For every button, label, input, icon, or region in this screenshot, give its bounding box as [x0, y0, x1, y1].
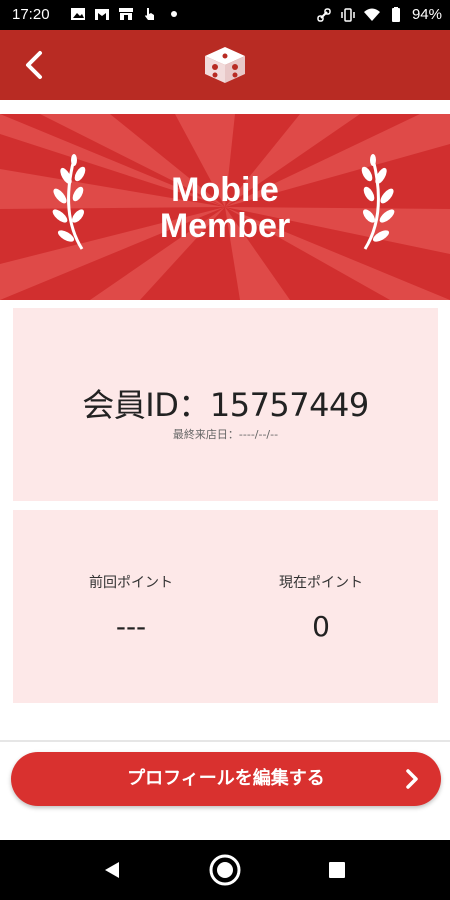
member-id: 会員ID：15757449 — [82, 386, 369, 424]
member-banner: Mobile Member — [0, 114, 450, 300]
current-points-label: 現在ポイント — [279, 575, 363, 591]
status-bar: 17:20 94% — [0, 0, 450, 30]
divider — [0, 740, 450, 742]
nav-home-icon[interactable] — [208, 853, 242, 887]
back-button[interactable] — [18, 48, 52, 82]
edit-profile-label: プロフィールを編集する — [127, 768, 325, 789]
nav-back-icon[interactable] — [102, 860, 122, 880]
nav-recent-icon[interactable] — [328, 861, 346, 879]
store-icon — [119, 8, 133, 20]
status-time: 17:20 — [12, 6, 50, 23]
link-icon — [317, 7, 331, 22]
system-nav-bar — [0, 840, 450, 900]
header-spacer — [0, 100, 450, 114]
edit-profile-button[interactable]: プロフィールを編集する — [11, 752, 441, 806]
chevron-right-icon — [406, 769, 418, 789]
dice-logo-icon — [205, 47, 245, 83]
gmail-icon — [95, 9, 109, 20]
wifi-icon — [363, 8, 380, 21]
previous-points-label: 前回ポイント — [89, 575, 173, 591]
banner-title-line1: Mobile — [171, 171, 279, 209]
last-visit-date: 最終来店日：----/--/-- — [172, 428, 279, 441]
image-icon — [71, 8, 85, 20]
dot-icon — [171, 11, 177, 17]
points-card: 前回ポイント --- 現在ポイント 0 — [13, 510, 438, 703]
member-id-card: 会員ID：15757449 最終来店日：----/--/-- — [13, 308, 438, 501]
notification-icons — [70, 6, 182, 22]
battery-icon — [391, 6, 400, 22]
current-points-value: 0 — [312, 610, 330, 643]
system-icons: 94% — [316, 6, 442, 23]
previous-points-value: --- — [115, 610, 147, 643]
hand-icon — [145, 8, 154, 20]
banner-title-line2: Member — [159, 207, 291, 245]
vibrate-icon — [341, 7, 355, 22]
app-header — [0, 30, 450, 100]
battery-percent: 94% — [411, 6, 442, 23]
